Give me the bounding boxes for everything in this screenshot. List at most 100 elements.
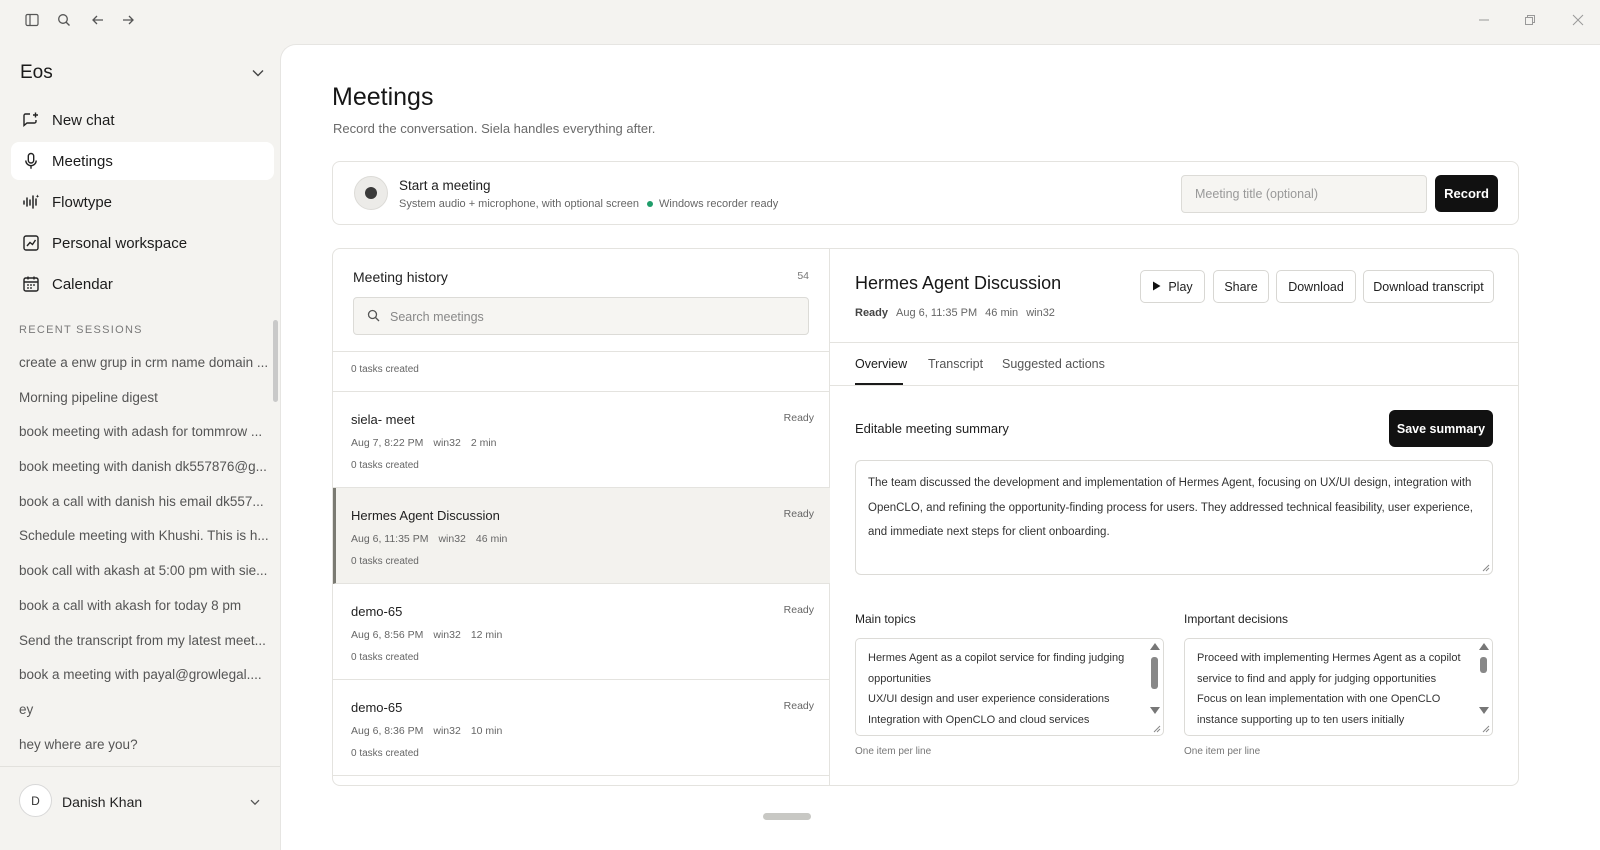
sidebar-toggle-icon[interactable] [21,9,43,31]
microphone-icon [22,152,40,170]
download-transcript-button[interactable]: Download transcript [1363,270,1494,303]
recorder-card: Start a meeting System audio + microphon… [332,161,1519,225]
download-button[interactable]: Download [1276,270,1356,303]
sidebar-item-calendar[interactable]: Calendar [11,265,274,303]
recent-session-item[interactable]: hey where are you? [19,735,269,770]
meeting-detail: Hermes Agent Discussion Ready Aug 6, 11:… [830,249,1518,785]
summary-textarea[interactable]: The team discussed the development and i… [855,460,1493,575]
meeting-date: Aug 6, 11:35 PM [351,533,429,545]
recorder-title: Start a meeting [399,178,491,193]
search-icon[interactable] [53,9,75,31]
list-item[interactable]: siela- meet Ready Aug 7, 8:22 PM win32 2… [333,392,830,488]
meeting-platform: win32 [433,629,461,641]
sidebar-item-flowtype[interactable]: Flowtype [11,183,274,221]
chart-icon [22,234,40,252]
main-topics-textarea[interactable]: Hermes Agent as a copilot service for fi… [855,638,1164,736]
tab-overview[interactable]: Overview [855,357,907,371]
decisions-scrollbar[interactable] [1479,643,1489,731]
sidebar: Eos New chat Meetings Flowtype Personal … [0,44,280,850]
resize-handle-icon[interactable] [1482,725,1490,733]
status-dot-icon [647,201,653,207]
play-icon [1152,280,1161,294]
summary-label: Editable meeting summary [855,421,1009,436]
sidebar-item-personal-workspace[interactable]: Personal workspace [11,224,274,262]
sidebar-item-meetings[interactable]: Meetings [11,142,274,180]
meetings-split-panel: Meeting history 54 0 tasks created siela… [332,248,1519,786]
user-menu[interactable]: D Danish Khan [0,766,280,850]
decisions-textarea[interactable]: Proceed with implementing Hermes Agent a… [1184,638,1493,736]
tab-suggested-actions[interactable]: Suggested actions [1002,357,1105,371]
history-list: 0 tasks created siela- meet Ready Aug 7,… [333,351,830,785]
restore-icon[interactable] [1515,8,1545,32]
meeting-title-input[interactable] [1181,175,1427,213]
recent-session-item[interactable]: book a meeting with payal@growlegal.... [19,665,269,700]
meeting-meta: Aug 6, 8:36 PM win32 10 min [351,725,502,737]
page-subtitle: Record the conversation. Siela handles e… [333,121,656,136]
sidebar-item-label: Flowtype [52,193,113,211]
sidebar-item-label: Calendar [52,275,113,293]
recent-session-item[interactable]: book a call with danish his email dk557.… [19,492,269,527]
detail-date: Aug 6, 11:35 PM [896,307,978,319]
minimize-icon[interactable] [1469,8,1499,32]
list-item[interactable]: demo-65 Ready Aug 6, 8:56 PM win32 12 mi… [333,584,830,680]
meeting-title: Hermes Agent Discussion [351,508,500,523]
avatar: D [19,784,52,817]
recent-session-item[interactable]: book meeting with danish dk557876@g... [19,457,269,492]
topic-line: UX/UI design and user experience conside… [868,693,1110,705]
bottom-scroll-handle[interactable] [763,813,811,820]
topics-scrollbar[interactable] [1150,643,1160,731]
list-item[interactable]: demo-65 Ready Aug 6, 8:36 PM win32 10 mi… [333,680,830,776]
tasks-count: 0 tasks created [351,460,419,471]
recent-session-item[interactable]: Morning pipeline digest [19,388,269,423]
record-button[interactable]: Record [1435,175,1498,212]
decisions-label: Important decisions [1184,612,1289,626]
arrow-right-icon[interactable] [117,9,139,31]
summary-text: The team discussed the development and i… [868,477,1473,538]
meeting-duration: 2 min [470,437,497,449]
list-item-selected[interactable]: Hermes Agent Discussion Ready Aug 6, 11:… [333,488,830,584]
decision-line: Focus on lean implementation with one Op… [1197,693,1441,705]
recent-session-item[interactable]: ey [19,700,269,735]
meeting-date: Aug 6, 8:56 PM [351,629,424,641]
recent-session-item[interactable]: book meeting with adash for tommrow ... [19,422,269,457]
decision-line: service to find and apply for judging op… [1197,672,1437,685]
status-badge: Ready [855,307,889,319]
recent-session-item[interactable]: Schedule meeting with Khushi. This is h.… [19,526,269,561]
share-button[interactable]: Share [1213,270,1269,303]
play-button[interactable]: Play [1140,270,1205,303]
tasks-count: 0 tasks created [351,748,419,759]
recent-session-item[interactable]: Send the transcript from my latest meet.… [19,631,269,666]
meeting-meta: Aug 7, 8:22 PM win32 2 min [351,437,497,449]
workspace-name: Eos [20,62,53,83]
decisions-hint: One item per line [1184,746,1261,757]
recent-session-item[interactable]: create a enw grup in crm name domain ... [19,353,269,388]
arrow-left-icon[interactable] [87,9,109,31]
status-badge: Ready [783,508,814,520]
resize-handle-icon[interactable] [1153,725,1161,733]
recent-session-item[interactable]: book call with akash at 5:00 pm with sie… [19,561,269,596]
title-bar [0,0,1600,40]
main-topics-label: Main topics [855,612,916,626]
status-badge: Ready [783,700,814,712]
list-item[interactable]: 0 tasks created [333,352,830,392]
topic-line: Hermes Agent as a copilot service for fi… [868,652,1125,664]
sidebar-item-label: Personal workspace [52,234,188,252]
detail-title: Hermes Agent Discussion [855,273,1062,293]
sidebar-scrollbar[interactable] [273,320,278,402]
meeting-duration: 46 min [475,533,508,545]
meeting-title: siela- meet [351,412,415,427]
close-icon[interactable] [1563,8,1593,32]
detail-platform: win32 [1026,307,1055,319]
resize-handle-icon[interactable] [1482,564,1490,572]
sidebar-item-new-chat[interactable]: New chat [11,101,274,139]
waveform-icon [22,193,40,211]
workspace-switcher[interactable]: Eos [20,62,264,84]
save-summary-button[interactable]: Save summary [1389,410,1493,447]
history-count: 54 [797,270,809,282]
search-input[interactable] [390,306,790,328]
new-chat-icon [22,111,40,129]
search-field[interactable] [353,297,809,335]
recent-session-item[interactable]: book a call with akash for today 8 pm [19,596,269,631]
meeting-date: Aug 6, 8:36 PM [351,725,424,737]
tab-transcript[interactable]: Transcript [928,357,983,371]
